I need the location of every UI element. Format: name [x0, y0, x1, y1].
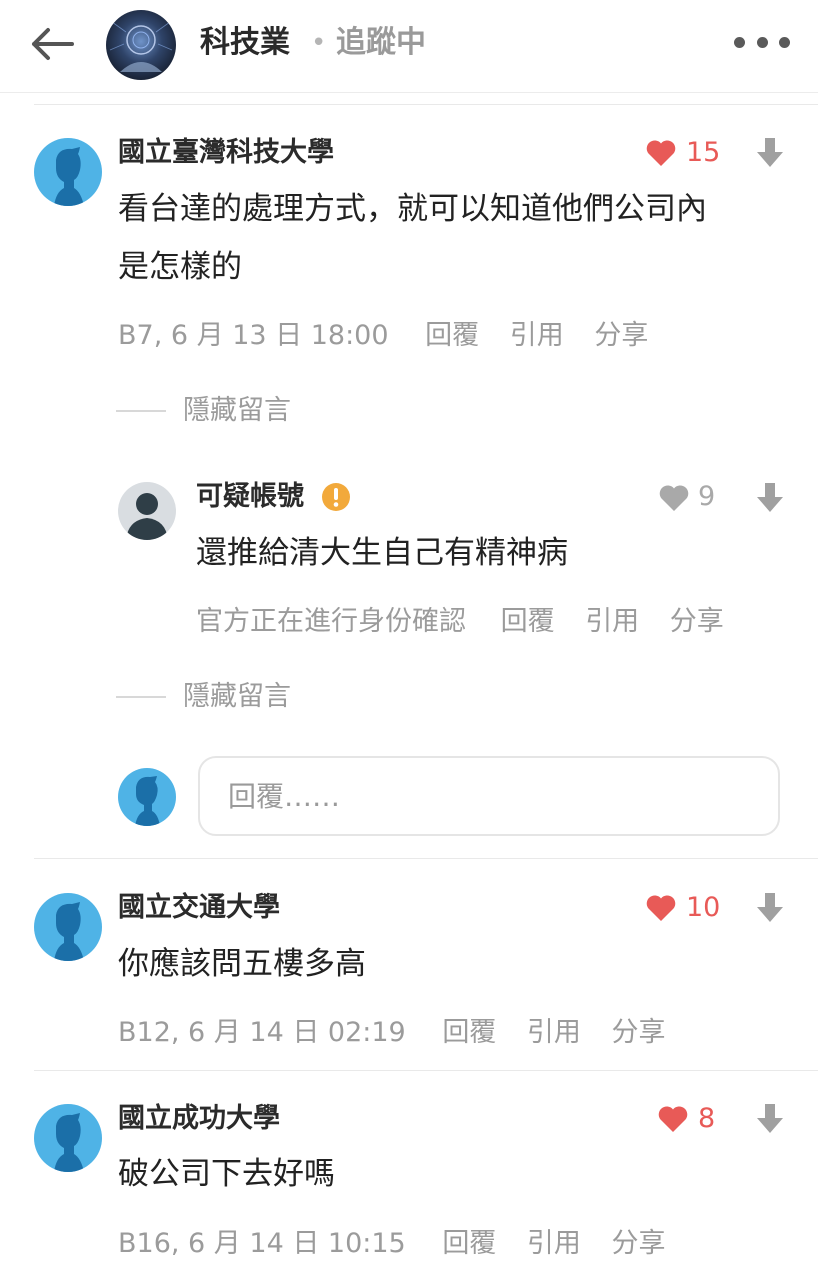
quote-link[interactable]: 引用	[527, 1015, 581, 1051]
reply-input[interactable]	[198, 756, 780, 836]
hide-line	[116, 696, 166, 698]
section-divider	[34, 1070, 818, 1071]
comment-meta: B16, 6 月 14 日 10:15 回覆 引用 分享	[118, 1226, 666, 1262]
more-dot-icon	[734, 36, 745, 48]
follow-status[interactable]: 追蹤中	[336, 20, 426, 66]
reply-link[interactable]: 回覆	[442, 1015, 496, 1051]
reply-link[interactable]: 回覆	[425, 318, 479, 354]
reply-meta: 官方正在進行身份確認 回覆 引用 分享	[196, 604, 724, 640]
arrow-left-icon	[32, 28, 74, 60]
back-button[interactable]	[24, 20, 80, 68]
user-silhouette-icon	[118, 482, 176, 540]
more-options-button[interactable]	[734, 24, 790, 60]
share-link[interactable]: 分享	[612, 1226, 666, 1262]
like-count: 9	[698, 481, 716, 512]
arrow-down-icon[interactable]	[755, 481, 785, 515]
like-count: 8	[698, 1103, 716, 1134]
section-divider	[34, 104, 818, 105]
identity-status: 官方正在進行身份確認	[196, 606, 466, 637]
exclamation-badge-icon	[322, 483, 350, 511]
board-avatar[interactable]	[106, 10, 176, 80]
quote-link[interactable]: 引用	[510, 318, 564, 354]
floor-timestamp: B7, 6 月 13 日 18:00	[118, 320, 389, 351]
hide-replies-button[interactable]: 隱藏留言	[183, 393, 291, 429]
quote-link[interactable]: 引用	[527, 1226, 581, 1262]
user-silhouette-icon	[135, 776, 160, 826]
title-separator: •	[311, 28, 327, 58]
comment-author[interactable]: 國立交通大學	[118, 890, 280, 926]
share-link[interactable]: 分享	[594, 318, 648, 354]
arrow-down-icon[interactable]	[755, 891, 785, 925]
tech-brain-image	[106, 10, 176, 80]
comment-text: 你應該問五樓多高	[118, 946, 366, 982]
share-link[interactable]: 分享	[670, 604, 724, 640]
floor-timestamp: B16, 6 月 14 日 10:15	[118, 1228, 406, 1259]
arrow-down-icon[interactable]	[755, 1102, 785, 1136]
more-dot-icon	[756, 36, 768, 48]
avatar[interactable]	[34, 893, 102, 961]
comment-text: 是怎樣的	[118, 249, 242, 285]
avatar[interactable]	[34, 138, 102, 206]
reply-author[interactable]: 可疑帳號	[196, 479, 304, 515]
my-avatar	[118, 768, 176, 826]
like-count: 15	[686, 137, 721, 168]
comment-meta: B7, 6 月 13 日 18:00 回覆 引用 分享	[118, 318, 648, 354]
heart-icon[interactable]	[645, 893, 677, 923]
comment-meta: B12, 6 月 14 日 02:19 回覆 引用 分享	[118, 1015, 666, 1051]
user-silhouette-icon	[54, 902, 84, 961]
heart-icon[interactable]	[657, 1104, 689, 1134]
reply-link[interactable]: 回覆	[501, 604, 555, 640]
heart-icon[interactable]	[645, 138, 677, 168]
user-silhouette-icon	[54, 147, 84, 206]
avatar[interactable]	[34, 1104, 102, 1172]
heart-icon[interactable]	[658, 483, 690, 513]
quote-link[interactable]: 引用	[585, 604, 639, 640]
arrow-down-icon[interactable]	[755, 136, 785, 170]
floor-timestamp: B12, 6 月 14 日 02:19	[118, 1017, 406, 1048]
reply-text: 還推給清大生自己有精神病	[196, 535, 568, 571]
comment-text: 看台達的處理方式，就可以知道他們公司內	[118, 191, 707, 227]
comment-author[interactable]: 國立成功大學	[118, 1101, 280, 1137]
share-link[interactable]: 分享	[612, 1015, 666, 1051]
reply-link[interactable]: 回覆	[442, 1226, 496, 1262]
user-silhouette-icon	[54, 1113, 84, 1172]
avatar[interactable]	[118, 482, 176, 540]
like-count: 10	[686, 892, 721, 923]
hide-replies-button[interactable]: 隱藏留言	[183, 679, 291, 715]
section-divider	[34, 858, 818, 859]
more-dot-icon	[779, 36, 790, 48]
comment-text: 破公司下去好嗎	[118, 1156, 335, 1192]
comment-author[interactable]: 國立臺灣科技大學	[118, 135, 334, 171]
hide-line	[116, 410, 166, 412]
board-title[interactable]: 科技業	[200, 20, 290, 66]
